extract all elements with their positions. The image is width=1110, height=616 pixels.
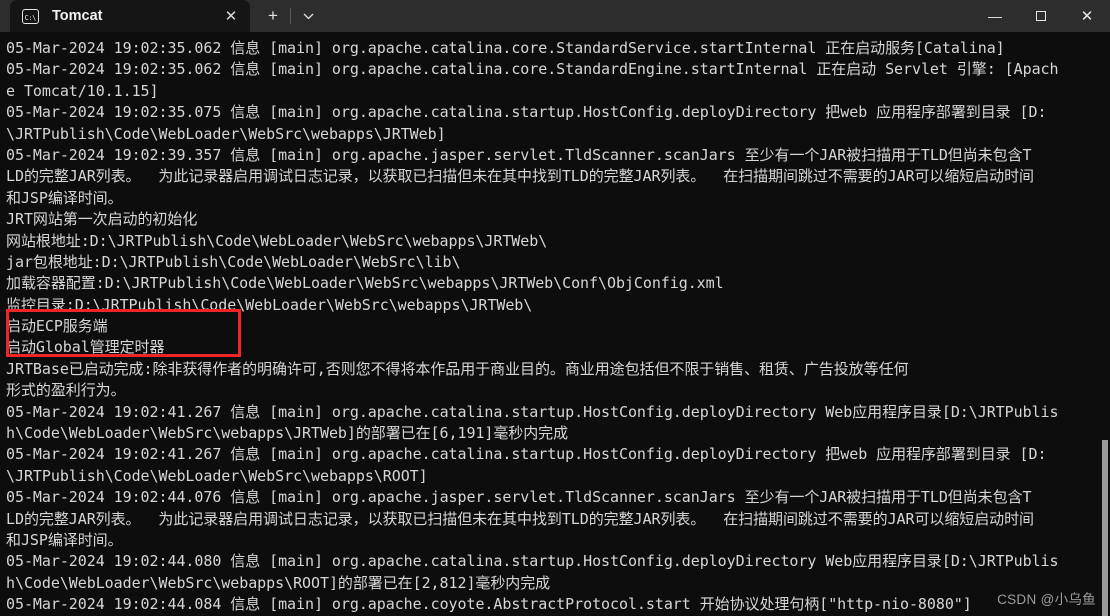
console-line: h\Code\WebLoader\WebSrc\webapps\JRTWeb]的… xyxy=(6,424,569,443)
window-controls: — ✕ xyxy=(972,0,1110,32)
console-line: 05-Mar-2024 19:02:44.080 信息 [main] org.a… xyxy=(6,552,1059,571)
console-line: 和JSP编译时间。 xyxy=(6,188,123,207)
chevron-down-icon[interactable] xyxy=(291,1,325,31)
console-line: LD的完整JAR列表。 为此记录器启用调试日志记录，以获取已扫描但未在其中找到T… xyxy=(6,509,1034,528)
maximize-icon xyxy=(1036,11,1046,21)
console-line: 启动ECP服务端 xyxy=(6,317,108,336)
console-line: JRTBase已启动完成:除非获得作者的明确许可,否则您不得将本作品用于商业目的… xyxy=(6,359,909,378)
terminal-pane[interactable]: 05-Mar-2024 19:02:35.062 信息 [main] org.a… xyxy=(0,32,1110,616)
tab-title: Tomcat xyxy=(52,8,103,24)
scrollbar-thumb[interactable] xyxy=(1102,440,1108,616)
new-tab-group: + xyxy=(250,0,325,32)
console-line: 05-Mar-2024 19:02:44.084 信息 [main] org.a… xyxy=(6,595,972,614)
console-line: 和JSP编译时间。 xyxy=(6,530,123,549)
console-line: 形式的盈利行为。 xyxy=(6,381,126,400)
new-tab-button[interactable]: + xyxy=(256,1,290,31)
console-line: 加载容器配置:D:\JRTPublish\Code\WebLoader\WebS… xyxy=(6,274,724,293)
console-line: \JRTPublish\Code\WebLoader\WebSrc\webapp… xyxy=(6,466,428,485)
console-line: 05-Mar-2024 19:02:44.076 信息 [main] org.a… xyxy=(6,488,1032,507)
console-line: 启动Global管理定时器 xyxy=(6,338,165,357)
console-line: JRT网站第一次启动的初始化 xyxy=(6,210,198,229)
console-line: \JRTPublish\Code\WebLoader\WebSrc\webapp… xyxy=(6,124,446,143)
console-line: 05-Mar-2024 19:02:39.357 信息 [main] org.a… xyxy=(6,145,1032,164)
tab-strip: C:\ Tomcat ✕ + xyxy=(0,0,325,32)
console-line: e Tomcat/10.1.15] xyxy=(6,81,159,100)
console-output: 05-Mar-2024 19:02:35.062 信息 [main] org.a… xyxy=(6,38,1102,616)
scrollbar-track[interactable] xyxy=(1101,32,1110,616)
console-line: 05-Mar-2024 19:02:41.267 信息 [main] org.a… xyxy=(6,402,1059,421)
console-line: 05-Mar-2024 19:02:41.267 信息 [main] org.a… xyxy=(6,445,1047,464)
window-titlebar: C:\ Tomcat ✕ + — ✕ xyxy=(0,0,1110,32)
console-line: 05-Mar-2024 19:02:35.062 信息 [main] org.a… xyxy=(6,60,1059,79)
console-line: 05-Mar-2024 19:02:35.075 信息 [main] org.a… xyxy=(6,103,1047,122)
console-line: LD的完整JAR列表。 为此记录器启用调试日志记录，以获取已扫描但未在其中找到T… xyxy=(6,167,1034,186)
tab-tomcat[interactable]: C:\ Tomcat ✕ xyxy=(10,0,250,32)
console-line: jar包根地址:D:\JRTPublish\Code\WebLoader\Web… xyxy=(6,252,461,271)
console-line: 网站根地址:D:\JRTPublish\Code\WebLoader\WebSr… xyxy=(6,231,548,250)
maximize-button[interactable] xyxy=(1018,0,1064,32)
minimize-button[interactable]: — xyxy=(972,0,1018,36)
close-window-button[interactable]: ✕ xyxy=(1064,0,1110,32)
console-line: h\Code\WebLoader\WebSrc\webapps\ROOT]的部署… xyxy=(6,573,551,592)
console-line: 监控目录:D:\JRTPublish\Code\WebLoader\WebSrc… xyxy=(6,295,533,314)
console-icon: C:\ xyxy=(22,8,39,24)
watermark: CSDN @小乌鱼 xyxy=(997,592,1096,607)
console-line: 05-Mar-2024 19:02:35.062 信息 [main] org.a… xyxy=(6,39,1005,57)
close-tab-icon[interactable]: ✕ xyxy=(218,3,244,29)
